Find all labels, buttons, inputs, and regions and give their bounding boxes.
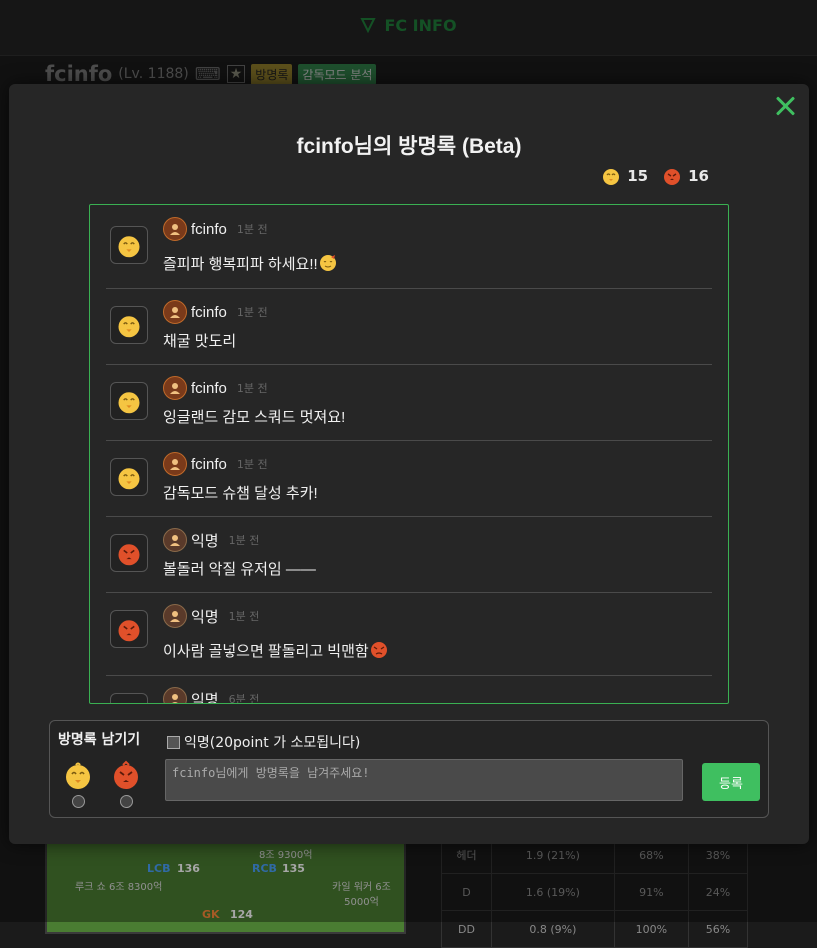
happy-chick-avatar-icon bbox=[110, 306, 148, 344]
angry-chick-avatar-icon bbox=[110, 610, 148, 648]
entry-author[interactable]: 익명 bbox=[191, 606, 219, 627]
entry-author[interactable]: 익명 bbox=[191, 530, 219, 551]
entry-time: 6분 전 bbox=[228, 693, 260, 704]
angry-chick-avatar-icon bbox=[110, 534, 148, 572]
entry-text: 이사람 골넣으면 팔돌리고 빅맨함 bbox=[163, 640, 388, 661]
entry-author[interactable]: fcinfo bbox=[191, 456, 227, 473]
user-avatar-icon bbox=[163, 452, 187, 476]
entry-text: 감독모드 슈챔 달성 추카! bbox=[163, 485, 318, 502]
guestbook-modal: fcinfo님의 방명록 (Beta) 15 16 fcinfo 1분 전 즐피파 … bbox=[9, 84, 809, 844]
mood-like-radio[interactable] bbox=[71, 795, 85, 808]
anonymous-toggle[interactable]: 익명(20point 가 소모됩니다) bbox=[167, 732, 360, 752]
entry-time: 1분 전 bbox=[236, 223, 268, 236]
entry-meta: 익명 1분 전 bbox=[163, 604, 259, 628]
compose-box: 방명록 남기기 익명(20point 가 소모됩니다) fcinfo님에게 방명… bbox=[49, 720, 769, 818]
entry-meta: fcinfo 1분 전 bbox=[163, 300, 268, 324]
partying-face-icon bbox=[318, 255, 337, 273]
entry-time: 1분 전 bbox=[228, 610, 260, 623]
anonymous-avatar-icon bbox=[163, 687, 187, 703]
entry-author[interactable]: fcinfo bbox=[191, 304, 227, 321]
mood-like-option[interactable] bbox=[62, 759, 94, 808]
user-avatar-icon bbox=[163, 300, 187, 324]
entry-meta: 익명 6분 전 bbox=[163, 687, 260, 704]
close-icon[interactable] bbox=[774, 94, 798, 118]
list-item: fcinfo 1분 전채굴 맛도리 bbox=[106, 288, 712, 365]
reaction-counts: 15 16 bbox=[601, 166, 709, 186]
guestbook-list[interactable]: fcinfo 1분 전 즐피파 행복피파 하세요!! fcinfo 1분 전 채굴 맛도리… bbox=[89, 204, 729, 704]
modal-title: fcinfo님의 방명록 (Beta) bbox=[296, 135, 522, 158]
happy-chick-icon bbox=[66, 762, 90, 789]
entry-meta: fcinfo 1분 전 bbox=[163, 452, 268, 476]
compose-label: 방명록 남기기 bbox=[58, 732, 141, 748]
entry-author[interactable]: 익명 bbox=[191, 689, 219, 704]
angry-chick-icon bbox=[664, 169, 681, 185]
list-item: 익명 1분 전이사람 골넣으면 팔돌리고 빅맨함 bbox=[106, 592, 712, 676]
entry-time: 1분 전 bbox=[236, 458, 268, 471]
anonymous-label: 익명(20point 가 소모됩니다) bbox=[184, 735, 361, 751]
happy-chick-avatar-icon bbox=[110, 458, 148, 496]
happy-chick-icon bbox=[603, 169, 620, 185]
entry-meta: fcinfo 1분 전 bbox=[163, 217, 268, 241]
entry-text: 채굴 맛도리 bbox=[163, 333, 237, 350]
guestbook-textarea[interactable]: fcinfo님에게 방명록을 남겨주세요! bbox=[165, 759, 683, 801]
like-count: 15 bbox=[601, 166, 648, 186]
entry-meta: fcinfo 1분 전 bbox=[163, 376, 268, 400]
entry-text: 잉글랜드 감모 스쿼드 멋져요! bbox=[163, 409, 346, 426]
list-item: 익명 1분 전볼돌러 악질 유저임 —— bbox=[106, 516, 712, 593]
entry-time: 1분 전 bbox=[228, 534, 260, 547]
submit-button[interactable]: 등록 bbox=[702, 763, 760, 801]
entry-text: 즐피파 행복피파 하세요!! bbox=[163, 253, 337, 274]
anonymous-checkbox[interactable] bbox=[167, 735, 180, 749]
anonymous-avatar-icon bbox=[163, 604, 187, 628]
entry-author[interactable]: fcinfo bbox=[191, 380, 227, 397]
user-avatar-icon bbox=[163, 376, 187, 400]
list-item: fcinfo 1분 전잉글랜드 감모 스쿼드 멋져요! bbox=[106, 364, 712, 441]
angry-face-icon bbox=[369, 642, 388, 660]
dislike-count: 16 bbox=[662, 166, 709, 186]
list-item: fcinfo 1분 전즐피파 행복피파 하세요!! bbox=[106, 205, 712, 289]
list-item: fcinfo 1분 전감독모드 슈챔 달성 추카! bbox=[106, 440, 712, 517]
mood-dislike-radio[interactable] bbox=[119, 795, 133, 808]
user-avatar-icon bbox=[163, 217, 187, 241]
entry-author[interactable]: fcinfo bbox=[191, 221, 227, 238]
happy-chick-avatar-icon bbox=[110, 693, 148, 703]
entry-time: 1분 전 bbox=[236, 306, 268, 319]
happy-chick-avatar-icon bbox=[110, 226, 148, 264]
mood-dislike-option[interactable] bbox=[110, 759, 142, 808]
anonymous-avatar-icon bbox=[163, 528, 187, 552]
happy-chick-avatar-icon bbox=[110, 382, 148, 420]
entry-meta: 익명 1분 전 bbox=[163, 528, 259, 552]
entry-time: 1분 전 bbox=[236, 382, 268, 395]
angry-chick-icon bbox=[114, 760, 138, 789]
list-item: 익명 6분 전 bbox=[106, 675, 712, 704]
entry-text: 볼돌러 악질 유저임 —— bbox=[163, 561, 316, 578]
